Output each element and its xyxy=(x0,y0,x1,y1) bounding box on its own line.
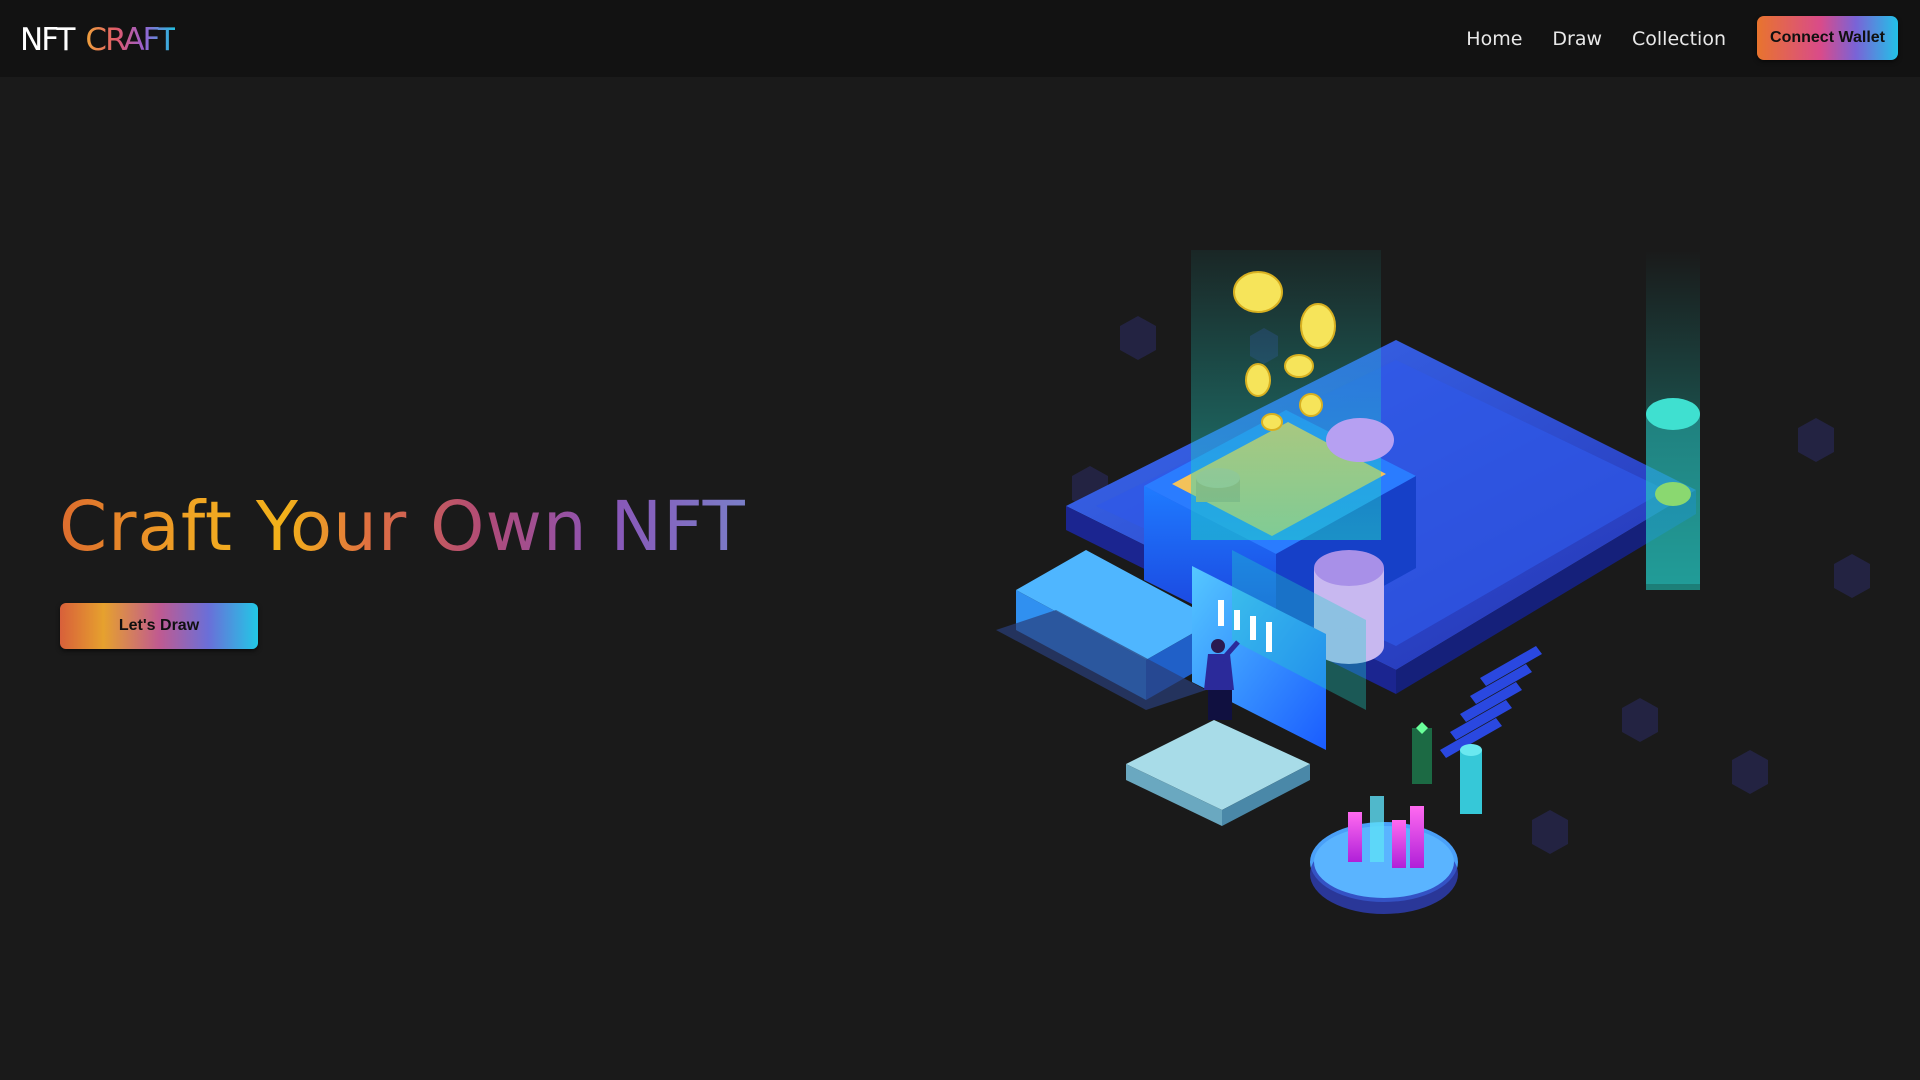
isometric-crypto-illustration xyxy=(996,250,1876,930)
nav-links: Home Draw Collection xyxy=(1436,26,1726,52)
nav-link-draw[interactable]: Draw xyxy=(1552,26,1602,52)
logo-nft-text: NFT xyxy=(20,22,75,58)
site-logo[interactable]: NFT CRAFT xyxy=(20,20,177,60)
nav-link-collection[interactable]: Collection xyxy=(1632,26,1726,52)
lets-draw-button[interactable]: Let's Draw xyxy=(60,603,258,649)
logo-craft-text: CRAFT xyxy=(85,22,176,58)
hero-title: Craft Your Own NFT xyxy=(59,484,746,570)
navbar: NFT CRAFT Home Draw Collection Connect W… xyxy=(0,0,1920,77)
nav-link-home[interactable]: Home xyxy=(1466,26,1522,52)
connect-wallet-button[interactable]: Connect Wallet xyxy=(1757,16,1898,60)
